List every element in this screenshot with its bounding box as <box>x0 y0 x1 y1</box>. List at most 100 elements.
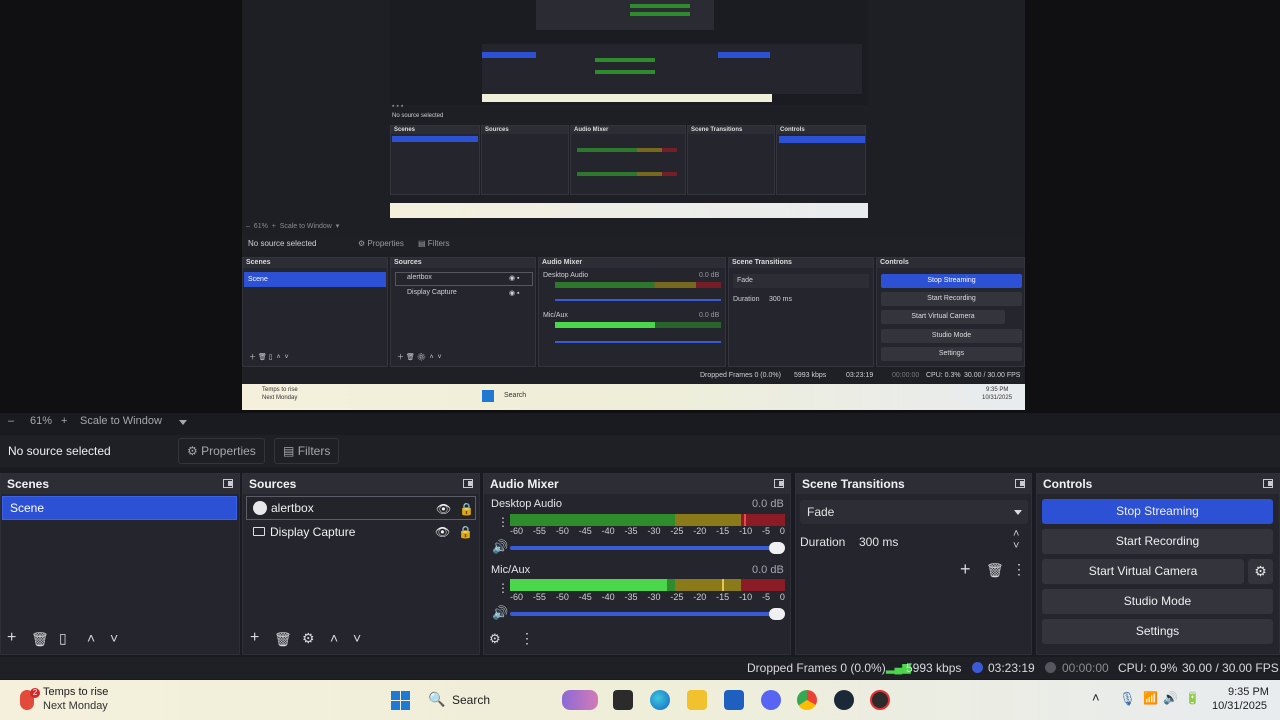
nested-obs-window: ▪ ▪ ▪ No source selected Scenes Sources … <box>390 103 868 220</box>
meter-tick-label: -30 <box>647 526 661 536</box>
speaker-icon[interactable]: 🔊 <box>492 605 508 621</box>
volume-icon[interactable]: 🔊 <box>1163 691 1178 705</box>
slider-knob[interactable] <box>769 542 785 554</box>
lock-icon[interactable]: 🔒 <box>458 520 473 544</box>
clock-time[interactable]: 9:35 PM <box>1228 686 1269 698</box>
spin-up-icon[interactable]: ˄ <box>1013 528 1019 540</box>
gear-icon: ⚙ <box>187 444 198 458</box>
bitrate: 5993 kbps <box>906 661 962 675</box>
weather-line2[interactable]: Next Monday <box>43 700 108 712</box>
chrome-icon[interactable] <box>797 690 817 710</box>
undock-icon[interactable] <box>774 479 784 488</box>
scene-transitions-header: Scene Transitions <box>796 474 1031 494</box>
controls-title: Controls <box>1043 477 1093 491</box>
weather-icon[interactable]: 2 <box>16 688 40 712</box>
speaker-icon[interactable]: 🔊 <box>492 539 508 555</box>
move-down-icon[interactable]: ˅ <box>110 630 118 646</box>
stream-icon <box>972 662 983 673</box>
file-explorer-icon[interactable] <box>687 690 707 710</box>
add-icon[interactable]: + <box>960 559 971 580</box>
meter-tick-label: -55 <box>532 526 546 536</box>
search-icon: 🔍 <box>428 691 446 707</box>
sources-dock-header: Sources <box>243 474 479 494</box>
undock-icon[interactable] <box>223 479 233 488</box>
undock-icon[interactable] <box>1263 479 1273 488</box>
add-icon[interactable]: + <box>250 629 259 647</box>
microphone-icon[interactable]: 🎙 <box>1119 691 1136 707</box>
meter-tick-label: -10 <box>739 526 753 536</box>
preview-area[interactable]: ▪ ▪ ▪ No source selected Scenes Sources … <box>0 0 1280 413</box>
scene-list-item[interactable]: Scene <box>2 496 237 520</box>
meter-tick-label: -40 <box>601 526 615 536</box>
channel-name: Mic/Aux <box>491 564 531 576</box>
taskbar-search[interactable]: 🔍 Search <box>420 686 580 714</box>
channel-db: 0.0 dB <box>752 564 784 576</box>
meter-tick-label: -45 <box>578 592 592 602</box>
undock-icon[interactable] <box>463 479 473 488</box>
slider-knob[interactable] <box>769 608 785 620</box>
chevron-up-icon[interactable]: ˄ <box>1092 690 1100 705</box>
move-up-icon[interactable]: ˄ <box>87 630 95 646</box>
wifi-icon[interactable]: 📶 <box>1143 691 1158 705</box>
weather-line1[interactable]: Temps to rise <box>43 686 108 698</box>
meter-tick-label: -5 <box>761 592 770 602</box>
properties-button[interactable]: ⚙ Properties <box>178 438 265 464</box>
move-down-icon[interactable]: ˅ <box>353 630 361 646</box>
trash-icon[interactable]: 🗑 <box>986 562 1004 579</box>
source-item-display-capture[interactable]: Display Capture 👁 🔒 <box>246 520 476 544</box>
browser-source-icon <box>253 501 267 515</box>
eye-icon[interactable]: 👁 <box>436 497 451 521</box>
gear-icon[interactable]: ⚙ <box>302 630 315 647</box>
obs-icon[interactable] <box>870 690 890 710</box>
add-icon[interactable]: + <box>7 629 16 647</box>
volume-slider-mic[interactable] <box>510 608 785 620</box>
transition-menu-icon[interactable]: ⋮ <box>1012 561 1026 578</box>
volume-slider-desktop[interactable] <box>510 542 785 554</box>
properties-label: Properties <box>201 444 256 458</box>
filters-button[interactable]: ▤ Filters <box>274 438 340 464</box>
trash-icon[interactable]: 🗑 <box>31 631 49 648</box>
trash-icon[interactable]: 🗑 <box>274 631 292 648</box>
meter-tick-label: -10 <box>739 592 753 602</box>
windows-start-icon[interactable] <box>391 691 410 710</box>
lock-icon[interactable]: 🔒 <box>459 497 474 521</box>
battery-icon[interactable]: 🔋 <box>1185 691 1200 705</box>
start-recording-button[interactable]: Start Recording <box>1042 529 1273 554</box>
studio-mode-button[interactable]: Studio Mode <box>1042 589 1273 614</box>
start-virtual-camera-button[interactable]: Start Virtual Camera <box>1042 559 1244 584</box>
copilot-icon[interactable] <box>562 690 598 710</box>
stop-streaming-button[interactable]: Stop Streaming <box>1042 499 1273 524</box>
stream-time: 03:23:19 <box>988 661 1035 675</box>
chevron-down-icon[interactable] <box>179 420 187 425</box>
undock-icon[interactable] <box>1015 479 1025 488</box>
eye-icon[interactable]: 👁 <box>435 520 450 544</box>
source-item-alertbox[interactable]: alertbox 👁 🔒 <box>246 496 476 520</box>
transition-select[interactable]: Fade <box>800 500 1028 524</box>
scene-filters-icon[interactable]: ▯ <box>59 630 67 647</box>
meter-tick-label: -20 <box>693 526 707 536</box>
volume-meter-desktop <box>510 514 785 526</box>
channel-menu-icon[interactable]: ⋮ <box>497 515 509 529</box>
mixer-menu-icon[interactable]: ⋮ <box>520 630 534 647</box>
discord-icon[interactable] <box>761 690 781 710</box>
duration-spinbox[interactable]: 300 ms ˄ ˅ <box>853 528 1028 554</box>
status-bar: Dropped Frames 0 (0.0%) ▂▄▆ 5993 kbps 03… <box>0 657 1280 679</box>
edge-icon[interactable] <box>650 690 670 710</box>
advanced-audio-icon[interactable]: ⚙ <box>489 631 501 647</box>
settings-button[interactable]: Settings <box>1042 619 1273 644</box>
gear-icon[interactable]: ⚙ <box>1248 559 1273 584</box>
preview-canvas: ▪ ▪ ▪ No source selected Scenes Sources … <box>242 0 1025 410</box>
channel-menu-icon[interactable]: ⋮ <box>497 581 509 595</box>
scale-mode-select[interactable]: Scale to Window <box>80 415 162 427</box>
store-icon[interactable] <box>724 690 744 710</box>
steam-icon[interactable] <box>834 690 854 710</box>
meter-tick-label: -25 <box>670 526 684 536</box>
move-up-icon[interactable]: ˄ <box>330 630 338 646</box>
chevron-down-icon <box>1014 510 1022 515</box>
terminal-icon[interactable] <box>613 690 633 710</box>
dropped-frames: Dropped Frames 0 (0.0%) <box>747 661 886 675</box>
zoom-out-button[interactable]: – <box>8 415 14 427</box>
clock-date[interactable]: 10/31/2025 <box>1212 700 1267 712</box>
spin-down-icon[interactable]: ˅ <box>1013 540 1019 552</box>
zoom-in-button[interactable]: + <box>61 415 67 427</box>
